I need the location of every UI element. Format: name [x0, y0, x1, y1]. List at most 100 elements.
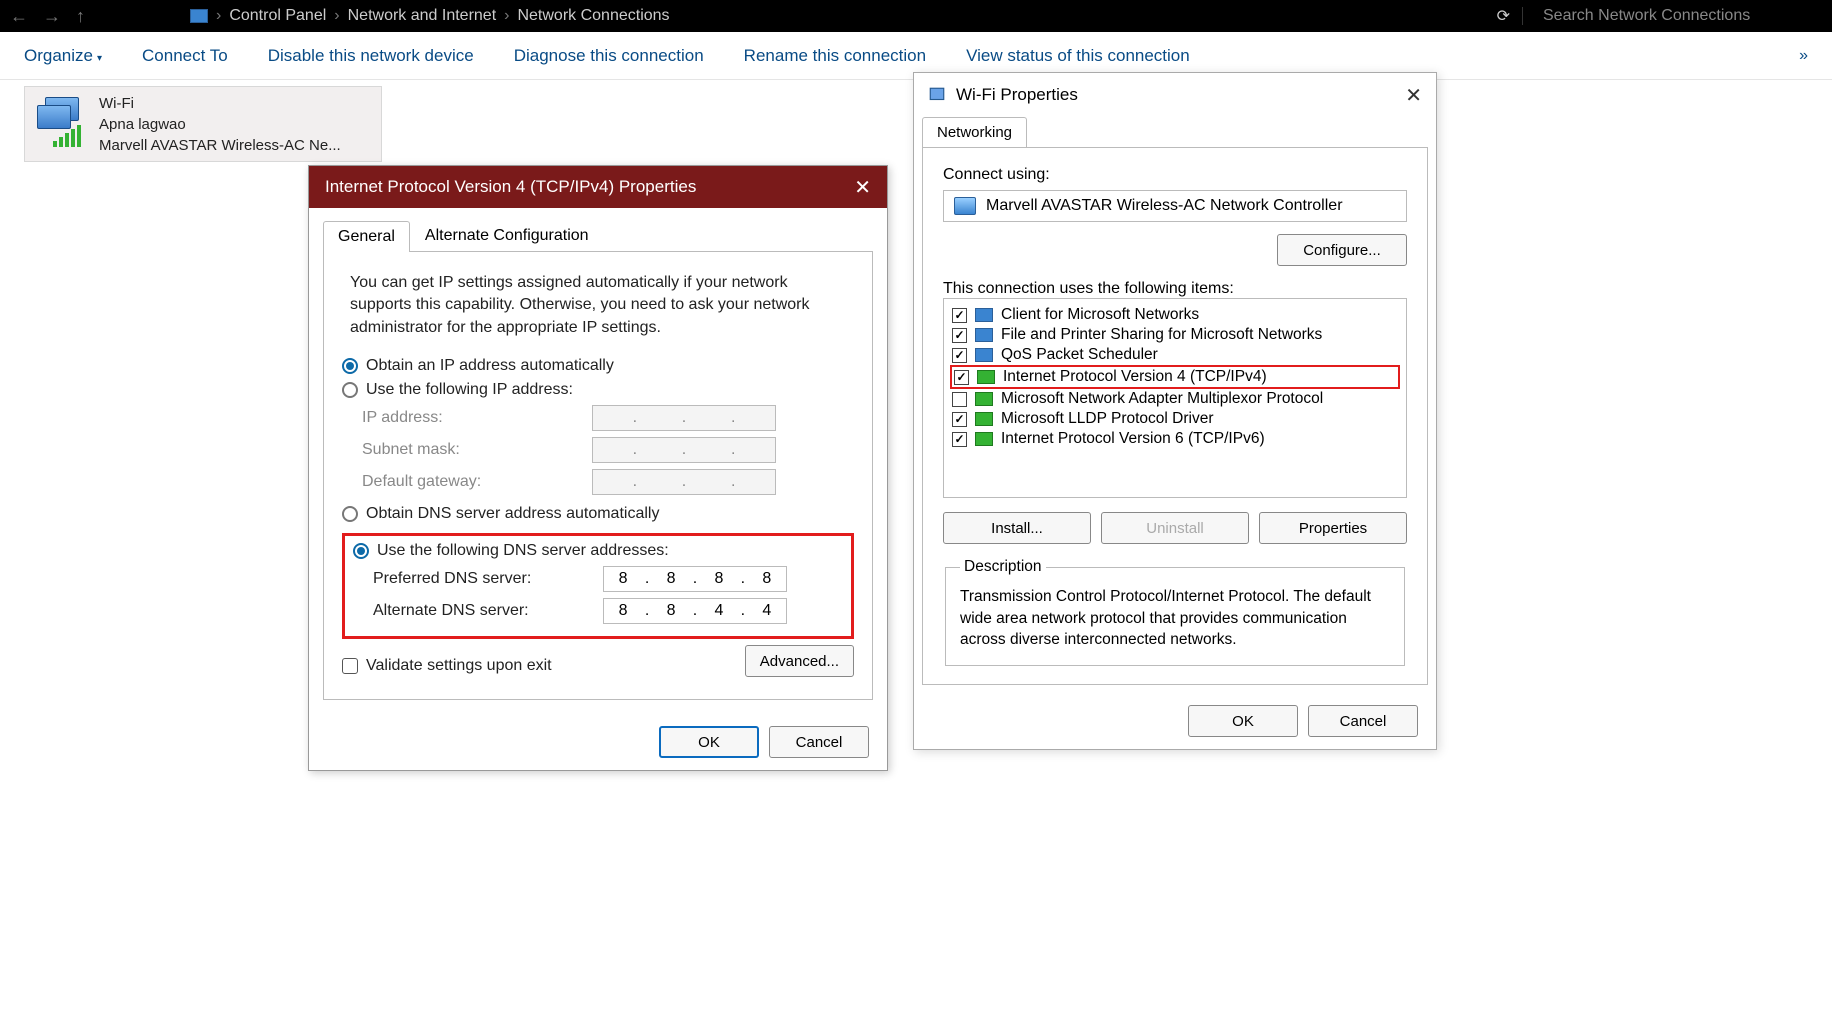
- wifi-adapter-icon: [35, 93, 89, 147]
- protocol-icon: [975, 392, 993, 406]
- label-preferred-dns: Preferred DNS server:: [373, 570, 603, 588]
- connection-item[interactable]: Microsoft LLDP Protocol Driver: [950, 409, 1400, 429]
- ok-button[interactable]: OK: [659, 726, 759, 758]
- connection-item[interactable]: File and Printer Sharing for Microsoft N…: [950, 325, 1400, 345]
- connection-items-list[interactable]: Client for Microsoft Networks File and Pr…: [943, 298, 1407, 498]
- item-label: Microsoft LLDP Protocol Driver: [1001, 410, 1213, 428]
- label-alternate-dns: Alternate DNS server:: [373, 602, 603, 620]
- configure-button[interactable]: Configure...: [1277, 234, 1407, 266]
- nav-arrows[interactable]: ← → ↑: [10, 6, 190, 27]
- refresh-icon[interactable]: ⟳: [1497, 6, 1510, 26]
- radio-auto-dns-indicator: [342, 506, 358, 522]
- diagnose-button[interactable]: Diagnose this connection: [514, 46, 704, 66]
- item-checkbox[interactable]: [952, 328, 967, 343]
- item-label: Internet Protocol Version 4 (TCP/IPv4): [1003, 368, 1267, 386]
- overflow-chevron[interactable]: »: [1799, 47, 1808, 65]
- radio-use-ip[interactable]: Use the following IP address:: [342, 381, 854, 399]
- radio-use-ip-indicator: [342, 382, 358, 398]
- crumb-network-connections[interactable]: Network Connections: [517, 7, 669, 25]
- protocol-icon: [977, 370, 995, 384]
- search-input[interactable]: Search Network Connections: [1522, 7, 1822, 25]
- crumb-network-internet[interactable]: Network and Internet: [348, 7, 497, 25]
- connection-item[interactable]: QoS Packet Scheduler: [950, 345, 1400, 365]
- properties-button[interactable]: Properties: [1259, 512, 1407, 544]
- control-panel-icon: [190, 9, 208, 23]
- item-label: Client for Microsoft Networks: [1001, 306, 1199, 324]
- adapter-name: Wi-Fi: [99, 93, 341, 114]
- item-label: Microsoft Network Adapter Multiplexor Pr…: [1001, 390, 1323, 408]
- validate-checkbox-box: [342, 658, 358, 674]
- nic-icon: [954, 197, 976, 215]
- tab-networking[interactable]: Networking: [922, 117, 1027, 147]
- item-checkbox[interactable]: [952, 308, 967, 323]
- nic-selector[interactable]: Marvell AVASTAR Wireless-AC Network Cont…: [943, 190, 1407, 222]
- close-icon[interactable]: ✕: [854, 175, 871, 200]
- tab-alternate-config[interactable]: Alternate Configuration: [410, 220, 604, 251]
- item-checkbox[interactable]: [952, 392, 967, 407]
- radio-auto-ip[interactable]: Obtain an IP address automatically: [342, 357, 854, 375]
- items-label: This connection uses the following items…: [943, 280, 1407, 298]
- ipv4-properties-dialog: Internet Protocol Version 4 (TCP/IPv4) P…: [308, 165, 888, 771]
- radio-use-dns[interactable]: Use the following DNS server addresses:: [353, 542, 843, 560]
- protocol-icon: [975, 308, 993, 322]
- crumb-control-panel[interactable]: Control Panel: [229, 7, 326, 25]
- label-subnet-mask: Subnet mask:: [362, 441, 592, 459]
- description-group: Description Transmission Control Protoco…: [945, 558, 1405, 666]
- item-checkbox[interactable]: [952, 412, 967, 427]
- item-label: File and Printer Sharing for Microsoft N…: [1001, 326, 1322, 344]
- connection-item[interactable]: Microsoft Network Adapter Multiplexor Pr…: [950, 389, 1400, 409]
- radio-auto-dns[interactable]: Obtain DNS server address automatically: [342, 505, 854, 523]
- install-button[interactable]: Install...: [943, 512, 1091, 544]
- radio-auto-ip-indicator: [342, 358, 358, 374]
- item-label: QoS Packet Scheduler: [1001, 346, 1158, 364]
- close-icon[interactable]: ✕: [1405, 83, 1422, 108]
- cancel-button[interactable]: Cancel: [1308, 705, 1418, 737]
- adapter-device: Marvell AVASTAR Wireless-AC Ne...: [99, 135, 341, 156]
- address-bar: ← → ↑ › Control Panel › Network and Inte…: [0, 0, 1832, 32]
- default-gateway-field: ...: [592, 469, 776, 495]
- ipv4-titlebar[interactable]: Internet Protocol Version 4 (TCP/IPv4) P…: [309, 166, 887, 208]
- wifi-titlebar[interactable]: Wi-Fi Properties ✕: [914, 73, 1436, 117]
- label-ip-address: IP address:: [362, 409, 592, 427]
- dns-highlight-box: Use the following DNS server addresses: …: [342, 533, 854, 639]
- breadcrumb[interactable]: › Control Panel › Network and Internet ›…: [190, 7, 1485, 25]
- connect-to-button[interactable]: Connect To: [142, 46, 228, 66]
- ip-address-field: ...: [592, 405, 776, 431]
- connection-item[interactable]: Client for Microsoft Networks: [950, 305, 1400, 325]
- organize-menu[interactable]: Organize▾: [24, 46, 102, 66]
- wifi-dialog-icon: [928, 86, 946, 104]
- description-legend: Description: [960, 558, 1046, 576]
- uninstall-button: Uninstall: [1101, 512, 1249, 544]
- adapter-ssid: Apna lagwao: [99, 114, 341, 135]
- nic-name: Marvell AVASTAR Wireless-AC Network Cont…: [986, 197, 1343, 215]
- disable-device-button[interactable]: Disable this network device: [268, 46, 474, 66]
- alternate-dns-field[interactable]: 8. 8. 4. 4: [603, 598, 787, 624]
- cancel-button[interactable]: Cancel: [769, 726, 869, 758]
- protocol-icon: [975, 432, 993, 446]
- adapter-tile-wifi[interactable]: Wi-Fi Apna lagwao Marvell AVASTAR Wirele…: [24, 86, 382, 162]
- subnet-mask-field: ...: [592, 437, 776, 463]
- ipv4-tabs: General Alternate Configuration: [323, 220, 873, 252]
- item-label: Internet Protocol Version 6 (TCP/IPv6): [1001, 430, 1265, 448]
- connect-using-label: Connect using:: [943, 166, 1407, 184]
- preferred-dns-field[interactable]: 8. 8. 8. 8: [603, 566, 787, 592]
- ok-button[interactable]: OK: [1188, 705, 1298, 737]
- tab-general[interactable]: General: [323, 221, 410, 252]
- connection-item[interactable]: Internet Protocol Version 6 (TCP/IPv6): [950, 429, 1400, 449]
- ipv4-description: You can get IP settings assigned automat…: [350, 272, 846, 339]
- ipv4-title: Internet Protocol Version 4 (TCP/IPv4) P…: [325, 177, 696, 197]
- item-checkbox[interactable]: [952, 432, 967, 447]
- label-default-gateway: Default gateway:: [362, 473, 592, 491]
- advanced-button[interactable]: Advanced...: [745, 645, 854, 677]
- view-status-button[interactable]: View status of this connection: [966, 46, 1190, 66]
- description-text: Transmission Control Protocol/Internet P…: [960, 586, 1390, 651]
- connection-item[interactable]: Internet Protocol Version 4 (TCP/IPv4): [950, 365, 1400, 389]
- item-checkbox[interactable]: [952, 348, 967, 363]
- item-checkbox[interactable]: [954, 370, 969, 385]
- wifi-title: Wi-Fi Properties: [956, 85, 1078, 105]
- protocol-icon: [975, 348, 993, 362]
- wifi-properties-dialog: Wi-Fi Properties ✕ Networking Connect us…: [913, 72, 1437, 750]
- rename-button[interactable]: Rename this connection: [744, 46, 926, 66]
- protocol-icon: [975, 412, 993, 426]
- protocol-icon: [975, 328, 993, 342]
